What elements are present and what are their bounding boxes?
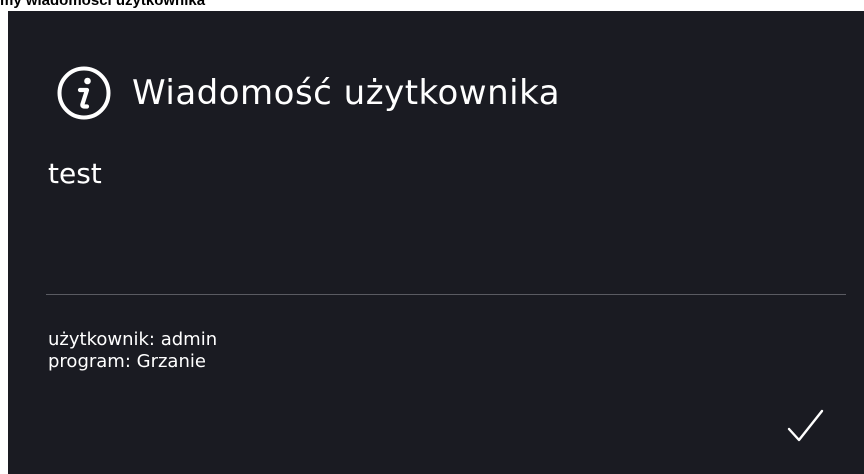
document-caption: my wiadomości użytkownika — [0, 0, 206, 9]
message-text: test — [48, 157, 102, 190]
dialog-title: Wiadomość użytkownika — [132, 73, 561, 113]
info-icon — [56, 65, 112, 121]
message-meta: użytkownik: admin program: Grzanie — [48, 329, 217, 373]
program-label: program: Grzanie — [48, 351, 206, 372]
checkmark-icon — [786, 407, 826, 447]
divider — [46, 294, 846, 295]
dialog-header: Wiadomość użytkownika — [56, 65, 560, 121]
confirm-button[interactable] — [786, 407, 826, 447]
user-message-dialog: Wiadomość użytkownika test użytkownik: a… — [8, 11, 864, 474]
user-label: użytkownik: admin — [48, 329, 218, 350]
